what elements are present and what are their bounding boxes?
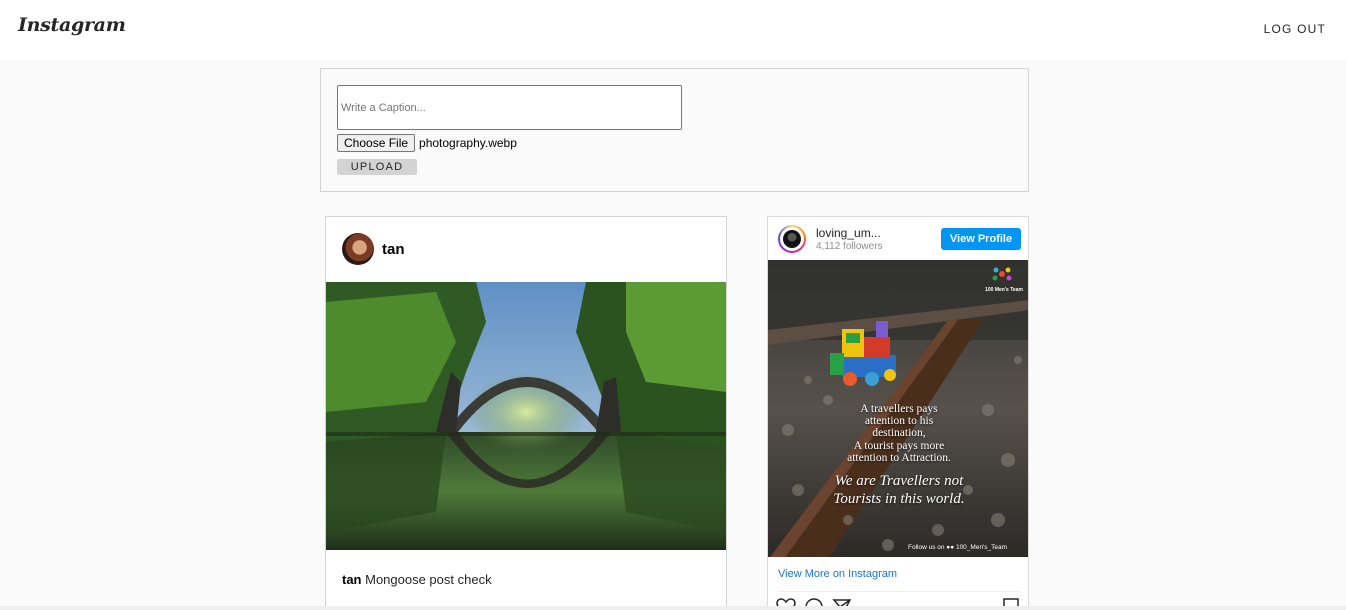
image-follow-text: Follow us on ●● 100_Men's_Team bbox=[908, 544, 1008, 551]
view-profile-button[interactable]: View Profile bbox=[941, 228, 1021, 250]
image-quote: A travellers pays attention to his desti… bbox=[847, 403, 951, 464]
post-image bbox=[326, 282, 726, 550]
upload-button[interactable]: UPLOAD bbox=[337, 159, 417, 175]
embed-followers: 4,112 followers bbox=[816, 241, 883, 252]
file-picker: Choose File photography.webp bbox=[337, 134, 517, 152]
top-nav: Instagram LOG OUT bbox=[0, 0, 1346, 60]
view-more-link[interactable]: View More on Instagram bbox=[778, 568, 897, 580]
caption-text: Mongoose post check bbox=[361, 572, 492, 587]
caption-username[interactable]: tan bbox=[342, 572, 362, 587]
avatar[interactable] bbox=[342, 233, 374, 265]
brand-watermark: 100 Men's Team bbox=[985, 287, 1023, 293]
post-author[interactable]: tan bbox=[382, 241, 405, 258]
upload-panel: Choose File photography.webp UPLOAD bbox=[320, 68, 1029, 192]
bridge-photo bbox=[326, 282, 726, 550]
image-tagline: We are Travellers not Tourists in this w… bbox=[833, 473, 965, 507]
choose-file-button[interactable]: Choose File bbox=[337, 134, 416, 152]
instagram-embed: loving_um... 4,112 followers View Profil… bbox=[767, 216, 1029, 610]
caption-input[interactable] bbox=[337, 85, 682, 130]
instagram-logo[interactable]: Instagram bbox=[18, 14, 126, 36]
embed-username[interactable]: loving_um... bbox=[816, 226, 881, 240]
page-bottom-edge bbox=[0, 606, 1346, 610]
selected-file-name: photography.webp bbox=[419, 136, 517, 150]
post-caption: tan Mongoose post check bbox=[342, 572, 492, 587]
post-card: tan tan Mongoose post check bbox=[325, 216, 727, 610]
divider bbox=[778, 591, 1020, 592]
logout-link[interactable]: LOG OUT bbox=[1264, 22, 1326, 36]
post-header: tan bbox=[326, 217, 726, 282]
embed-avatar[interactable] bbox=[778, 225, 806, 253]
embed-image[interactable]: 100 Men's Team A travellers pays attenti… bbox=[768, 260, 1028, 557]
